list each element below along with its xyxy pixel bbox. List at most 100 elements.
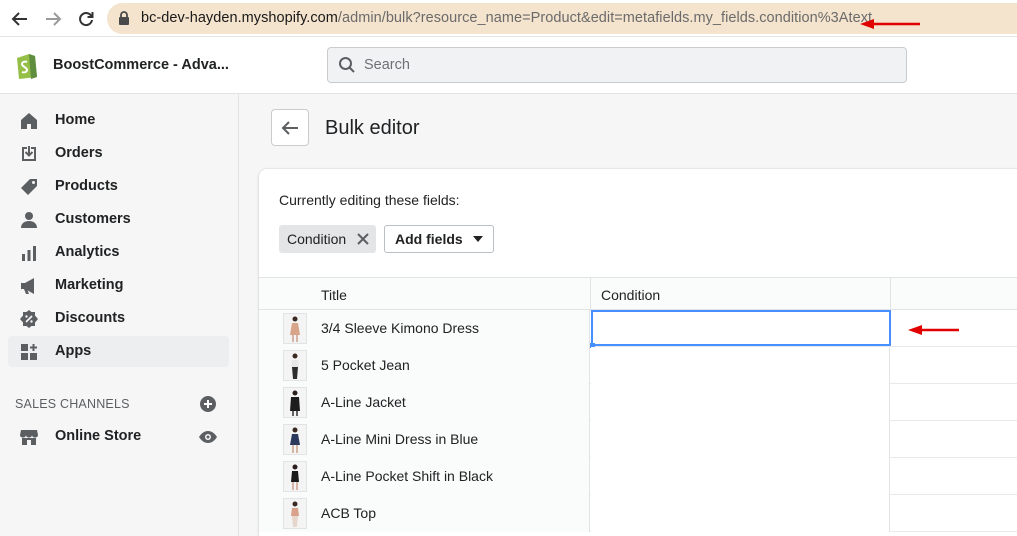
sidebar-item-marketing[interactable]: Marketing (8, 270, 229, 301)
table-row: 3/4 Sleeve Kimono Dress (259, 310, 1017, 348)
sidebar-item-online-store[interactable]: Online Store (8, 421, 229, 452)
app-topbar: BoostCommerce - Adva... Search (0, 37, 1017, 94)
product-thumbnail (283, 387, 307, 418)
grid-header: Title Condition (259, 277, 1017, 311)
sales-channels-heading: SALES CHANNELS (15, 397, 130, 411)
browser-reload-button[interactable] (75, 8, 97, 30)
url-text: bc-dev-hayden.myshopify.com/admin/bulk?r… (141, 10, 872, 26)
title-cell[interactable]: ACB Top (259, 495, 590, 532)
product-title: 5 Pocket Jean (321, 357, 410, 373)
arrow-right-icon (46, 12, 62, 26)
column-divider (590, 278, 591, 311)
title-cell[interactable]: A-Line Pocket Shift in Black (259, 458, 590, 495)
product-title: A-Line Jacket (321, 394, 406, 410)
person-icon (21, 212, 37, 228)
search-input[interactable]: Search (327, 47, 907, 83)
url-path: /admin/bulk?resource_name=Product&edit=m… (337, 10, 873, 26)
table-row: A-Line Mini Dress in Blue (259, 421, 1017, 458)
product-thumbnail (283, 461, 307, 492)
sidebar-item-apps[interactable]: Apps (8, 336, 229, 367)
add-circle-icon[interactable] (199, 395, 217, 413)
product-figure-icon (291, 464, 299, 490)
tag-icon (21, 179, 37, 195)
add-fields-button[interactable]: Add fields (384, 225, 494, 253)
column-header-title: Title (321, 287, 347, 303)
sidebar-item-label: Marketing (55, 277, 124, 293)
sidebar-item-label: Online Store (55, 428, 142, 444)
product-figure-icon (291, 353, 299, 379)
arrow-left-icon (281, 120, 298, 135)
annotation-arrow-icon (908, 325, 959, 335)
product-figure-icon (290, 427, 300, 453)
shopify-logo-icon (17, 54, 37, 79)
lock-icon (119, 11, 129, 25)
sidebar: Home Orders Products Customers Analytics… (0, 94, 239, 536)
discount-icon (20, 310, 38, 328)
sidebar-item-products[interactable]: Products (8, 171, 229, 202)
arrow-left-icon (11, 12, 27, 26)
search-icon (339, 57, 355, 73)
bulk-editor-card: Currently editing these fields: Conditio… (259, 169, 1017, 536)
table-row: A-Line Pocket Shift in Black (259, 458, 1017, 495)
field-tag-condition: Condition (279, 225, 377, 253)
sidebar-item-orders[interactable]: Orders (8, 138, 229, 169)
close-icon[interactable] (356, 232, 370, 246)
product-figure-icon (291, 501, 299, 527)
product-title: A-Line Pocket Shift in Black (321, 468, 493, 484)
sidebar-item-discounts[interactable]: Discounts (8, 303, 229, 334)
product-figure-icon (290, 390, 300, 416)
product-title: 3/4 Sleeve Kimono Dress (321, 320, 479, 336)
field-tag-label: Condition (287, 231, 347, 247)
column-divider (890, 278, 891, 311)
product-title: ACB Top (321, 505, 376, 521)
condition-cell-focused[interactable] (590, 310, 891, 348)
condition-cell[interactable] (591, 347, 890, 384)
title-cell[interactable]: 5 Pocket Jean (259, 347, 590, 384)
sidebar-item-label: Orders (55, 145, 103, 161)
sidebar-item-home[interactable]: Home (8, 105, 229, 136)
megaphone-icon (21, 278, 34, 294)
orders-icon (22, 146, 36, 161)
search-placeholder: Search (364, 57, 410, 73)
condition-cell[interactable] (591, 421, 890, 458)
add-fields-label: Add fields (395, 231, 463, 247)
home-icon (21, 113, 37, 129)
bar-chart-icon (22, 246, 36, 261)
store-icon (20, 430, 38, 445)
condition-cell[interactable] (591, 458, 890, 495)
sidebar-item-label: Apps (55, 343, 92, 359)
sidebar-item-customers[interactable]: Customers (8, 204, 229, 235)
product-thumbnail (283, 350, 307, 381)
condition-cell[interactable] (591, 495, 890, 532)
title-cell[interactable]: 3/4 Sleeve Kimono Dress (259, 310, 590, 347)
annotation-arrow-icon (860, 19, 920, 29)
eye-icon[interactable] (198, 430, 218, 444)
product-thumbnail (283, 424, 307, 455)
product-figure-icon (290, 316, 300, 342)
sidebar-item-label: Home (55, 112, 96, 128)
table-row: 5 Pocket Jean (259, 347, 1017, 384)
product-title: A-Line Mini Dress in Blue (321, 431, 479, 447)
title-cell[interactable]: A-Line Mini Dress in Blue (259, 421, 590, 458)
column-header-condition: Condition (601, 287, 661, 303)
sidebar-item-label: Products (55, 178, 118, 194)
sidebar-item-label: Analytics (55, 244, 120, 260)
page-title: Bulk editor (325, 117, 420, 139)
table-row: ACB Top (259, 495, 1017, 532)
store-name[interactable]: BoostCommerce - Adva... (53, 57, 229, 73)
browser-back-button[interactable] (9, 8, 31, 30)
product-thumbnail (283, 498, 307, 529)
condition-cell[interactable] (591, 384, 890, 421)
apps-icon (21, 344, 37, 360)
sidebar-item-label: Discounts (55, 310, 126, 326)
editing-fields-label: Currently editing these fields: (279, 192, 460, 208)
sidebar-item-label: Customers (55, 211, 131, 227)
table-row: A-Line Jacket (259, 384, 1017, 421)
browser-forward-button[interactable] (42, 8, 64, 30)
browser-toolbar: bc-dev-hayden.myshopify.com/admin/bulk?r… (0, 0, 1017, 37)
product-thumbnail (283, 313, 307, 344)
title-cell[interactable]: A-Line Jacket (259, 384, 590, 421)
caret-down-icon (472, 236, 483, 242)
sidebar-item-analytics[interactable]: Analytics (8, 237, 229, 268)
back-button[interactable] (271, 109, 309, 146)
